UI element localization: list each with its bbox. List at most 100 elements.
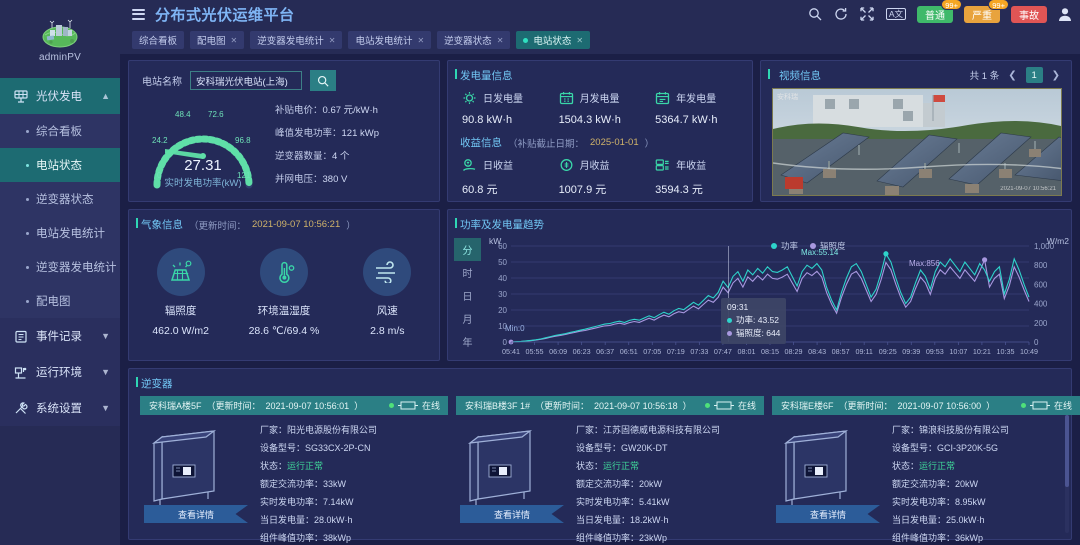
svg-text:400: 400 [1034,300,1048,309]
chevron-down-icon: ▼ [101,331,110,341]
metric-label: 年发电量 [676,94,717,105]
spec-value: 5.41kW [639,497,670,507]
tab-station-status[interactable]: 电站状态 ✕ [516,31,591,49]
granularity-minute[interactable]: 分 [454,238,481,261]
sidebar-group-pv[interactable]: 光伏发电 ▲ [0,78,120,114]
inverter-device-icon [1029,401,1050,410]
fullscreen-icon[interactable] [860,7,875,22]
app-root: adminPV 光伏发电 ▲ 综合看板 电站状态 逆变器状态 电站发电统计 逆变… [0,0,1080,545]
station-info-label: 并网电压： [275,174,323,185]
calendar-year-icon [655,91,670,105]
svg-text:0: 0 [1034,338,1039,347]
sidebar-group-settings[interactable]: 系统设置 ▼ [0,390,120,426]
metric-daily-income: 日收益 60.8 元 [462,157,559,197]
weather-update-open: （更新时间： [189,220,247,232]
tab-distribution-diagram[interactable]: 配电图 ✕ [190,31,245,49]
sidebar-item-distribution-diagram[interactable]: 配电图 [0,284,120,318]
tooltip-x: 09:31 [727,302,749,312]
translate-icon[interactable]: A文 [885,8,906,20]
chevron-left-icon[interactable]: ❮ [1006,70,1018,81]
tools-icon [14,401,28,415]
inverter-scrollbar[interactable] [1065,415,1069,533]
close-icon[interactable]: ✕ [497,36,504,45]
spec-value: 7.14kW [323,497,354,507]
inverter-update-time: 2021-09-07 10:56:01 [265,400,350,411]
close-icon[interactable]: ✕ [329,36,336,45]
svg-text:07:05: 07:05 [643,347,661,356]
video-player[interactable]: 安科瑞 2021-09-07 10:56:21 [772,88,1062,196]
granularity-hour[interactable]: 时 [454,261,481,284]
spec-value: 18.2kW·h [630,515,669,525]
inverter-update-close: ） [354,401,364,411]
metric-value: 1007.9 元 [558,184,607,196]
user-avatar-icon[interactable] [1058,7,1072,22]
tab-station-stats[interactable]: 电站发电统计 ✕ [348,31,432,49]
tab-inverter-status[interactable]: 逆变器状态 ✕ [437,31,511,49]
chevron-right-icon[interactable]: ❯ [1050,70,1062,81]
spec-label: 设备型号： [576,443,622,453]
view-detail-button[interactable]: 查看详情 [460,505,564,523]
sidebar-group-events[interactable]: 事件记录 ▼ [0,318,120,354]
online-dot-icon [704,403,710,408]
station-info-value: 121 kWp [341,128,380,139]
station-info-row: 并网电压：380 V [275,171,439,185]
inverter-card-list: 安科瑞A楼5F （更新时间： 2021-09-07 10:56:01 ） 在线 [129,391,1080,544]
legend-item-power: 功率 [771,240,798,252]
weather-metric-value: 462.0 W/m2 [152,325,209,337]
weather-card: 气象信息 （更新时间： 2021-09-07 10:56:21 ） 辐照度 46… [128,209,440,361]
tab-label: 电站发电统计 [355,36,413,47]
metric-monthly-energy: 月发电量 1504.3 kW·h [559,90,656,126]
weather-title-text: 气象信息 [141,219,183,231]
bullet-icon [26,129,29,133]
sidebar-item-station-status[interactable]: 电站状态 [0,148,120,182]
alarm-badge-accident[interactable]: 事故 [1011,5,1047,23]
granularity-month[interactable]: 月 [454,307,481,330]
close-icon[interactable]: ✕ [231,36,238,45]
station-search-input[interactable] [190,71,302,90]
tooltip-power: 功率: 43.52 [736,315,779,325]
view-detail-button[interactable]: 查看详情 [144,505,248,523]
metric-value: 3594.3 元 [655,184,703,196]
bullet-icon [26,265,29,269]
granularity-year[interactable]: 年 [454,330,481,353]
tab-inverter-stats[interactable]: 逆变器发电统计 ✕ [250,31,343,49]
search-icon[interactable] [808,7,823,22]
alarm-badge-normal[interactable]: 普通 99+ [917,0,962,23]
top-header: 分布式光伏运维平台 A文 普通 99+ 严重 99+ 事故 [120,0,1080,28]
inverter-specs: 厂家：阳光电源股份有限公司 设备型号：SG33CX-2P-CN 状态：运行正常 … [260,421,448,544]
svg-text:40: 40 [498,274,507,283]
inverter-card-body: 查看详情 厂家：锦浪科技股份有限公司 设备型号：GCI-3P20K-5G 状态：… [772,415,1080,544]
weather-metric-label: 辐照度 [164,305,197,317]
income-card-title: 收益信息 （补贴截止日期： 2025-01-01 ） [448,126,752,150]
spec-value: 锦浪科技股份有限公司 [919,425,1010,435]
sidebar-item-inverter-status[interactable]: 逆变器状态 [0,182,120,216]
tooltip-row-power: 功率: 43.52 [727,314,780,327]
station-info-label: 补贴电价： [275,105,323,116]
sidebar-item-station-stats[interactable]: 电站发电统计 [0,216,120,250]
sidebar-item-overview[interactable]: 综合看板 [0,114,120,148]
refresh-icon[interactable] [834,7,849,22]
svg-text:07:19: 07:19 [667,347,685,356]
income-title-text: 收益信息 [460,137,502,149]
chevron-up-icon: ▲ [101,91,110,101]
svg-text:10:35: 10:35 [996,347,1014,356]
view-detail-button[interactable]: 查看详情 [776,505,880,523]
sidebar-item-inverter-stats[interactable]: 逆变器发电统计 [0,250,120,284]
granularity-day[interactable]: 日 [454,284,481,307]
hamburger-icon[interactable] [132,8,145,20]
chart-y2label: W/m2 [1046,236,1069,246]
active-dot-icon [523,37,529,43]
station-search-button[interactable] [310,70,336,91]
inverter-card-header: 安科瑞B楼3F 1# （更新时间： 2021-09-07 10:56:18 ） … [456,396,764,415]
close-icon[interactable]: ✕ [576,36,583,45]
inverter-title-text: 逆变器 [141,378,173,390]
sidebar-group-environment[interactable]: 运行环境 ▼ [0,354,120,390]
spec-value: 江苏固德威电源科技有限公司 [603,425,721,435]
page-number-1[interactable]: 1 [1025,67,1043,83]
spec-label: 状态： [260,461,288,471]
close-icon[interactable]: ✕ [417,36,424,45]
energy-card-title: 发电量信息 [448,61,752,83]
tab-overview[interactable]: 综合看板 [132,31,185,49]
alarm-badge-severe[interactable]: 严重 99+ [964,0,1009,23]
station-gauge-row: 0 24.2 48.4 72.6 96.8 121 27.31 实时发电功率(k… [129,91,439,193]
